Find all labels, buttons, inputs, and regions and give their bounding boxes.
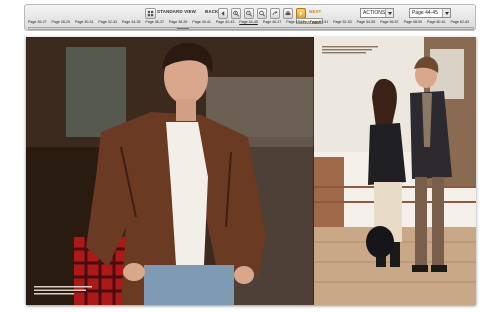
page-range-link[interactable]: Page 62-63 (451, 20, 470, 24)
actions-label: ACTIONS (363, 10, 386, 16)
catalog-spread (26, 37, 476, 305)
couple-on-porch-image (314, 37, 476, 305)
page-range-link[interactable]: Page 30-31 (75, 20, 94, 24)
zoom-out-icon (246, 10, 253, 17)
page-range-link[interactable]: Page 48-49 (286, 20, 305, 24)
page-range-link[interactable]: Page 40-41 (192, 20, 211, 24)
model-in-leather-jacket-image (26, 37, 314, 305)
page-range-link[interactable]: Page 36-37 (145, 20, 164, 24)
page-range-link[interactable]: Page 52-53 (333, 20, 352, 24)
catalog-toolbar: STANDARD VIEW BACK NEXT ACTIONS Page 44-… (24, 4, 476, 31)
chevron-down-icon (385, 9, 393, 17)
share-button[interactable] (270, 8, 280, 19)
print-icon (285, 11, 291, 16)
standard-view-button[interactable] (145, 8, 156, 19)
right-page-caption (322, 45, 412, 59)
page-range-link[interactable]: Page 28-29 (51, 20, 70, 24)
zoom-out-button[interactable] (244, 8, 254, 19)
page-range-link[interactable]: Page 42-43 (216, 20, 235, 24)
page-select-value: Page 44-45 (412, 10, 438, 16)
page-range-link[interactable]: Page 54-55 (357, 20, 376, 24)
share-icon (272, 10, 278, 16)
page-range-link[interactable]: Page 46-47 (263, 20, 282, 24)
search-button[interactable] (257, 8, 267, 19)
next-label: NEXT (309, 9, 322, 14)
print-button[interactable] (283, 8, 293, 19)
scrollbar-thumb[interactable] (177, 28, 189, 29)
chevron-down-icon (442, 9, 450, 17)
search-icon (259, 10, 266, 17)
page-range-link[interactable]: Page 56-57 (380, 20, 399, 24)
caption-text-lines (34, 286, 92, 295)
page-range-strip: Page 26-27 Page 28-29 Page 30-31 Page 32-33… (27, 20, 475, 27)
right-page-photo (314, 37, 476, 305)
standard-view-label: STANDARD VIEW (157, 9, 196, 14)
page-range-link[interactable]: Page 44-45 (239, 20, 258, 24)
toolbar-controls: STANDARD VIEW BACK NEXT ACTIONS Page 44-… (25, 8, 475, 20)
page-range-link[interactable]: Page 60-61 (427, 20, 446, 24)
grid-view-icon (147, 10, 154, 17)
next-arrow-icon (299, 11, 303, 16)
back-button[interactable] (218, 8, 228, 19)
zoom-in-button[interactable] (231, 8, 241, 19)
left-page-photo (26, 37, 314, 305)
caption-text-lines (322, 46, 378, 54)
actions-dropdown[interactable]: ACTIONS (360, 8, 394, 18)
page-range-link[interactable]: Page 34-35 (122, 20, 141, 24)
page-range-link[interactable]: Page 58-59 (404, 20, 423, 24)
page-strip-scrollbar[interactable] (28, 27, 474, 30)
zoom-in-icon (233, 10, 240, 17)
page-range-link[interactable]: Page 50-51 (310, 20, 329, 24)
left-page-caption (34, 285, 130, 297)
back-label: BACK (205, 9, 219, 14)
page-range-link[interactable]: Page 32-33 (98, 20, 117, 24)
page-select[interactable]: Page 44-45 (409, 8, 451, 18)
page-range-link[interactable]: Page 38-39 (169, 20, 188, 24)
back-arrow-icon (221, 11, 225, 16)
page-range-link[interactable]: Page 26-27 (28, 20, 47, 24)
